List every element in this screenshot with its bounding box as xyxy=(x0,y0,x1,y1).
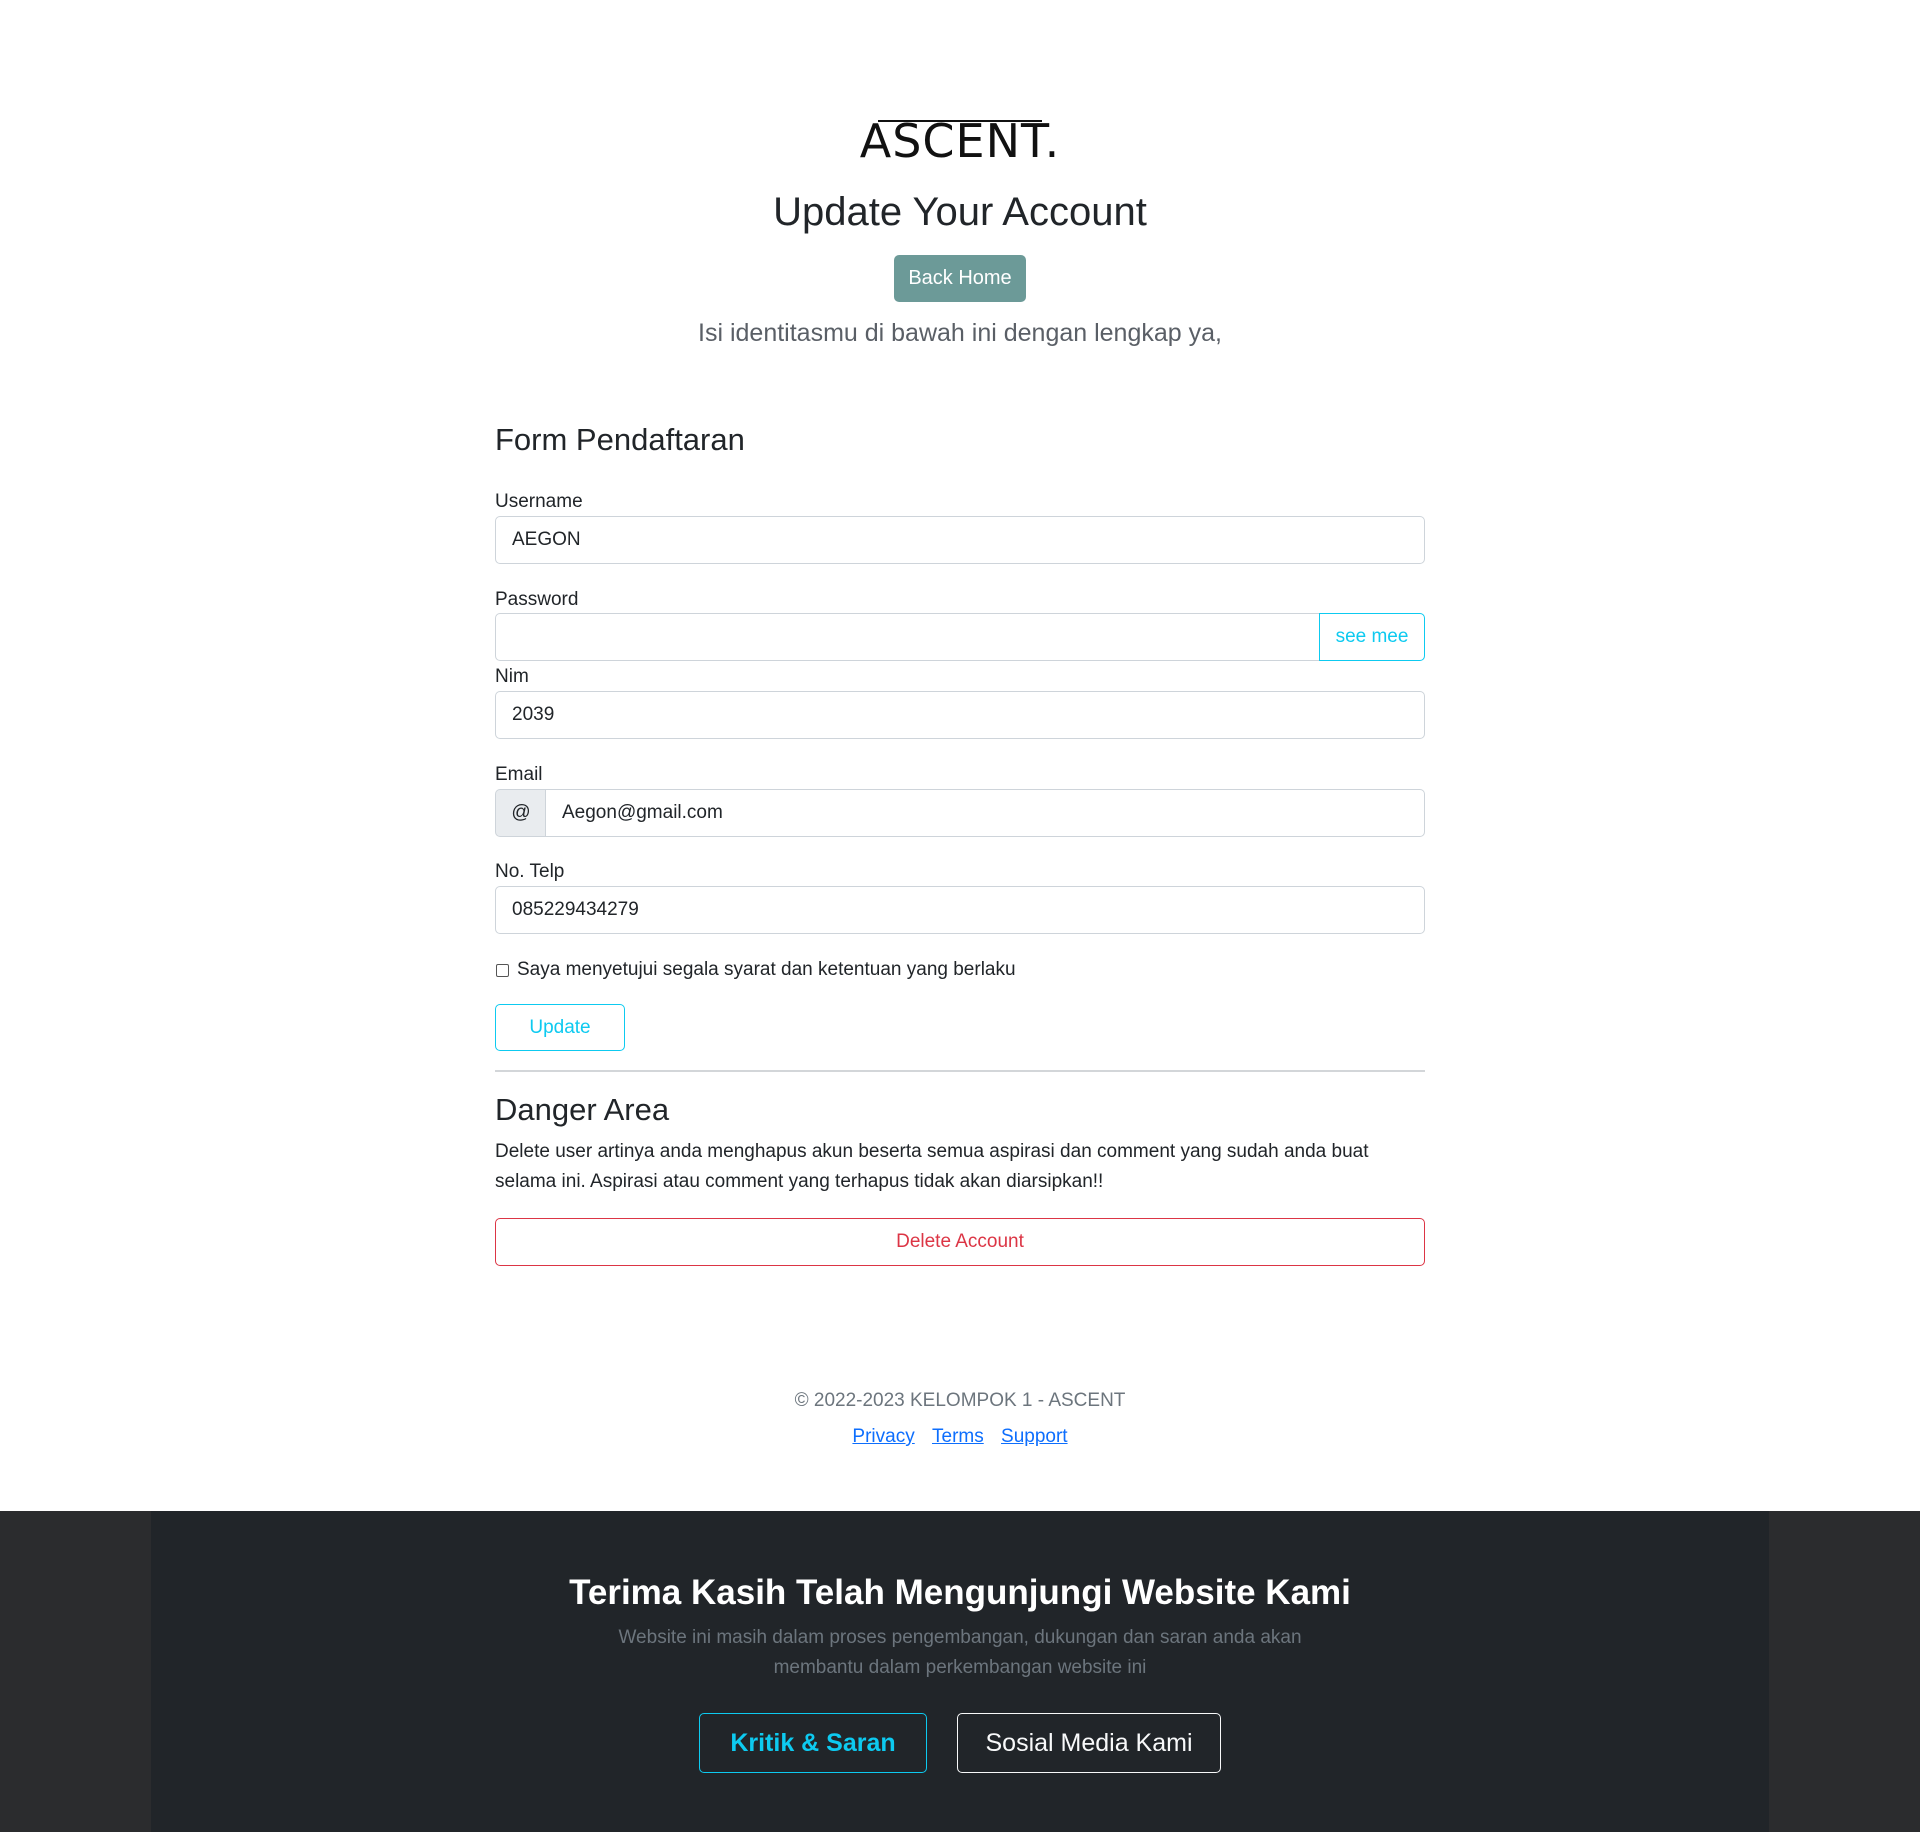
password-input[interactable] xyxy=(495,613,1320,661)
phone-label: No. Telp xyxy=(495,861,565,882)
danger-area-description: Delete user artinya anda menghapus akun … xyxy=(495,1141,1369,1192)
email-at-addon: @ xyxy=(495,789,546,837)
show-password-button[interactable]: see mee xyxy=(1319,613,1425,661)
svg-text:ASCENT.: ASCENT. xyxy=(860,114,1060,168)
email-input[interactable] xyxy=(545,789,1425,837)
ascent-logo: ASCENT. xyxy=(860,112,1060,168)
privacy-link[interactable]: Privacy xyxy=(852,1426,914,1447)
page-title: Update Your Account xyxy=(773,190,1147,234)
update-button[interactable]: Update xyxy=(495,1004,625,1051)
lead-text: Isi identitasmu di bawah ini dengan leng… xyxy=(698,319,1222,347)
nim-input[interactable] xyxy=(495,691,1425,739)
terms-checkbox[interactable] xyxy=(496,963,509,977)
email-label: Email xyxy=(495,764,543,785)
phone-input[interactable] xyxy=(495,886,1425,934)
thanks-description: Website ini masih dalam proses pengemban… xyxy=(618,1627,1302,1678)
thanks-banner: Terima Kasih Telah Mengunjungi Website K… xyxy=(0,1511,1920,1832)
danger-area-title: Danger Area xyxy=(495,1092,670,1127)
social-media-button[interactable]: Sosial Media Kami xyxy=(957,1713,1221,1773)
terms-link[interactable]: Terms xyxy=(932,1426,984,1447)
thanks-banner-inner: Terima Kasih Telah Mengunjungi Website K… xyxy=(151,1511,1769,1832)
username-input[interactable] xyxy=(495,516,1425,564)
copyright-text: © 2022-2023 KELOMPOK 1 - ASCENT xyxy=(794,1390,1126,1411)
back-home-button[interactable]: Back Home xyxy=(894,255,1026,302)
support-link[interactable]: Support xyxy=(1001,1426,1068,1447)
username-label: Username xyxy=(495,491,583,512)
password-label: Password xyxy=(495,589,579,610)
footer-links: Privacy Terms Support xyxy=(0,1424,1920,1450)
delete-account-button[interactable]: Delete Account xyxy=(495,1218,1425,1266)
terms-checkbox-label: Saya menyetujui segala syarat dan ketent… xyxy=(517,959,1016,980)
kritik-saran-button[interactable]: Kritik & Saran xyxy=(699,1713,927,1773)
nim-label: Nim xyxy=(495,666,529,687)
thanks-title: Terima Kasih Telah Mengunjungi Website K… xyxy=(569,1573,1351,1612)
terms-agreement: Saya menyetujui segala syarat dan ketent… xyxy=(495,955,1016,985)
form-title: Form Pendaftaran xyxy=(495,422,745,457)
section-divider xyxy=(495,1070,1425,1072)
